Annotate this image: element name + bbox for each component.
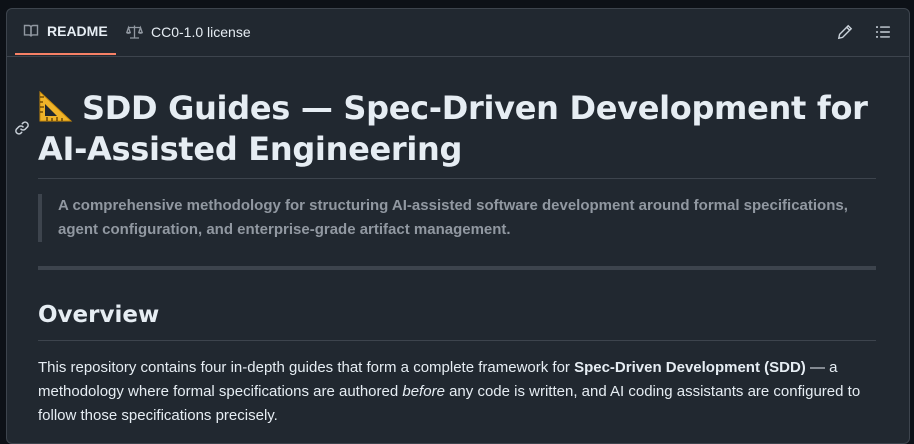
overview-text-1: This repository contains four in-depth g…: [38, 359, 575, 376]
overview-divider: [38, 340, 876, 341]
overview-paragraph: This repository contains four in-depth g…: [38, 356, 880, 428]
page-title: SDD Guides — Spec-Driven Development for…: [38, 88, 876, 170]
overview-bold-term: Spec-Driven Development (SDD): [574, 359, 806, 376]
link-icon[interactable]: [14, 120, 30, 136]
pencil-icon: [837, 24, 853, 40]
tab-license-label: CC0-1.0 license: [151, 24, 251, 40]
summary-blockquote: A comprehensive methodology for structur…: [38, 194, 876, 242]
triangular-ruler-icon: [39, 90, 73, 122]
page-title-text: SDD Guides — Spec-Driven Development for…: [38, 89, 868, 168]
summary-text: A comprehensive methodology for structur…: [58, 197, 848, 238]
title-divider: [38, 178, 876, 179]
readme-tab-bar: README CC0-1.0 license: [7, 9, 909, 57]
horizontal-rule: [38, 266, 876, 270]
tab-readme[interactable]: README: [15, 9, 116, 55]
book-icon: [23, 24, 39, 37]
overview-italic-term: before: [402, 383, 445, 400]
tab-license[interactable]: CC0-1.0 license: [118, 9, 259, 55]
list-unordered-icon: [876, 26, 890, 38]
edit-file-button[interactable]: [833, 20, 857, 44]
readme-panel: README CC0-1.0 license SDD Guides — Spec…: [6, 8, 910, 444]
overview-heading: Overview: [38, 302, 160, 328]
law-scale-icon: [126, 25, 143, 39]
tab-readme-label: README: [47, 23, 108, 39]
outline-button[interactable]: [871, 20, 895, 44]
